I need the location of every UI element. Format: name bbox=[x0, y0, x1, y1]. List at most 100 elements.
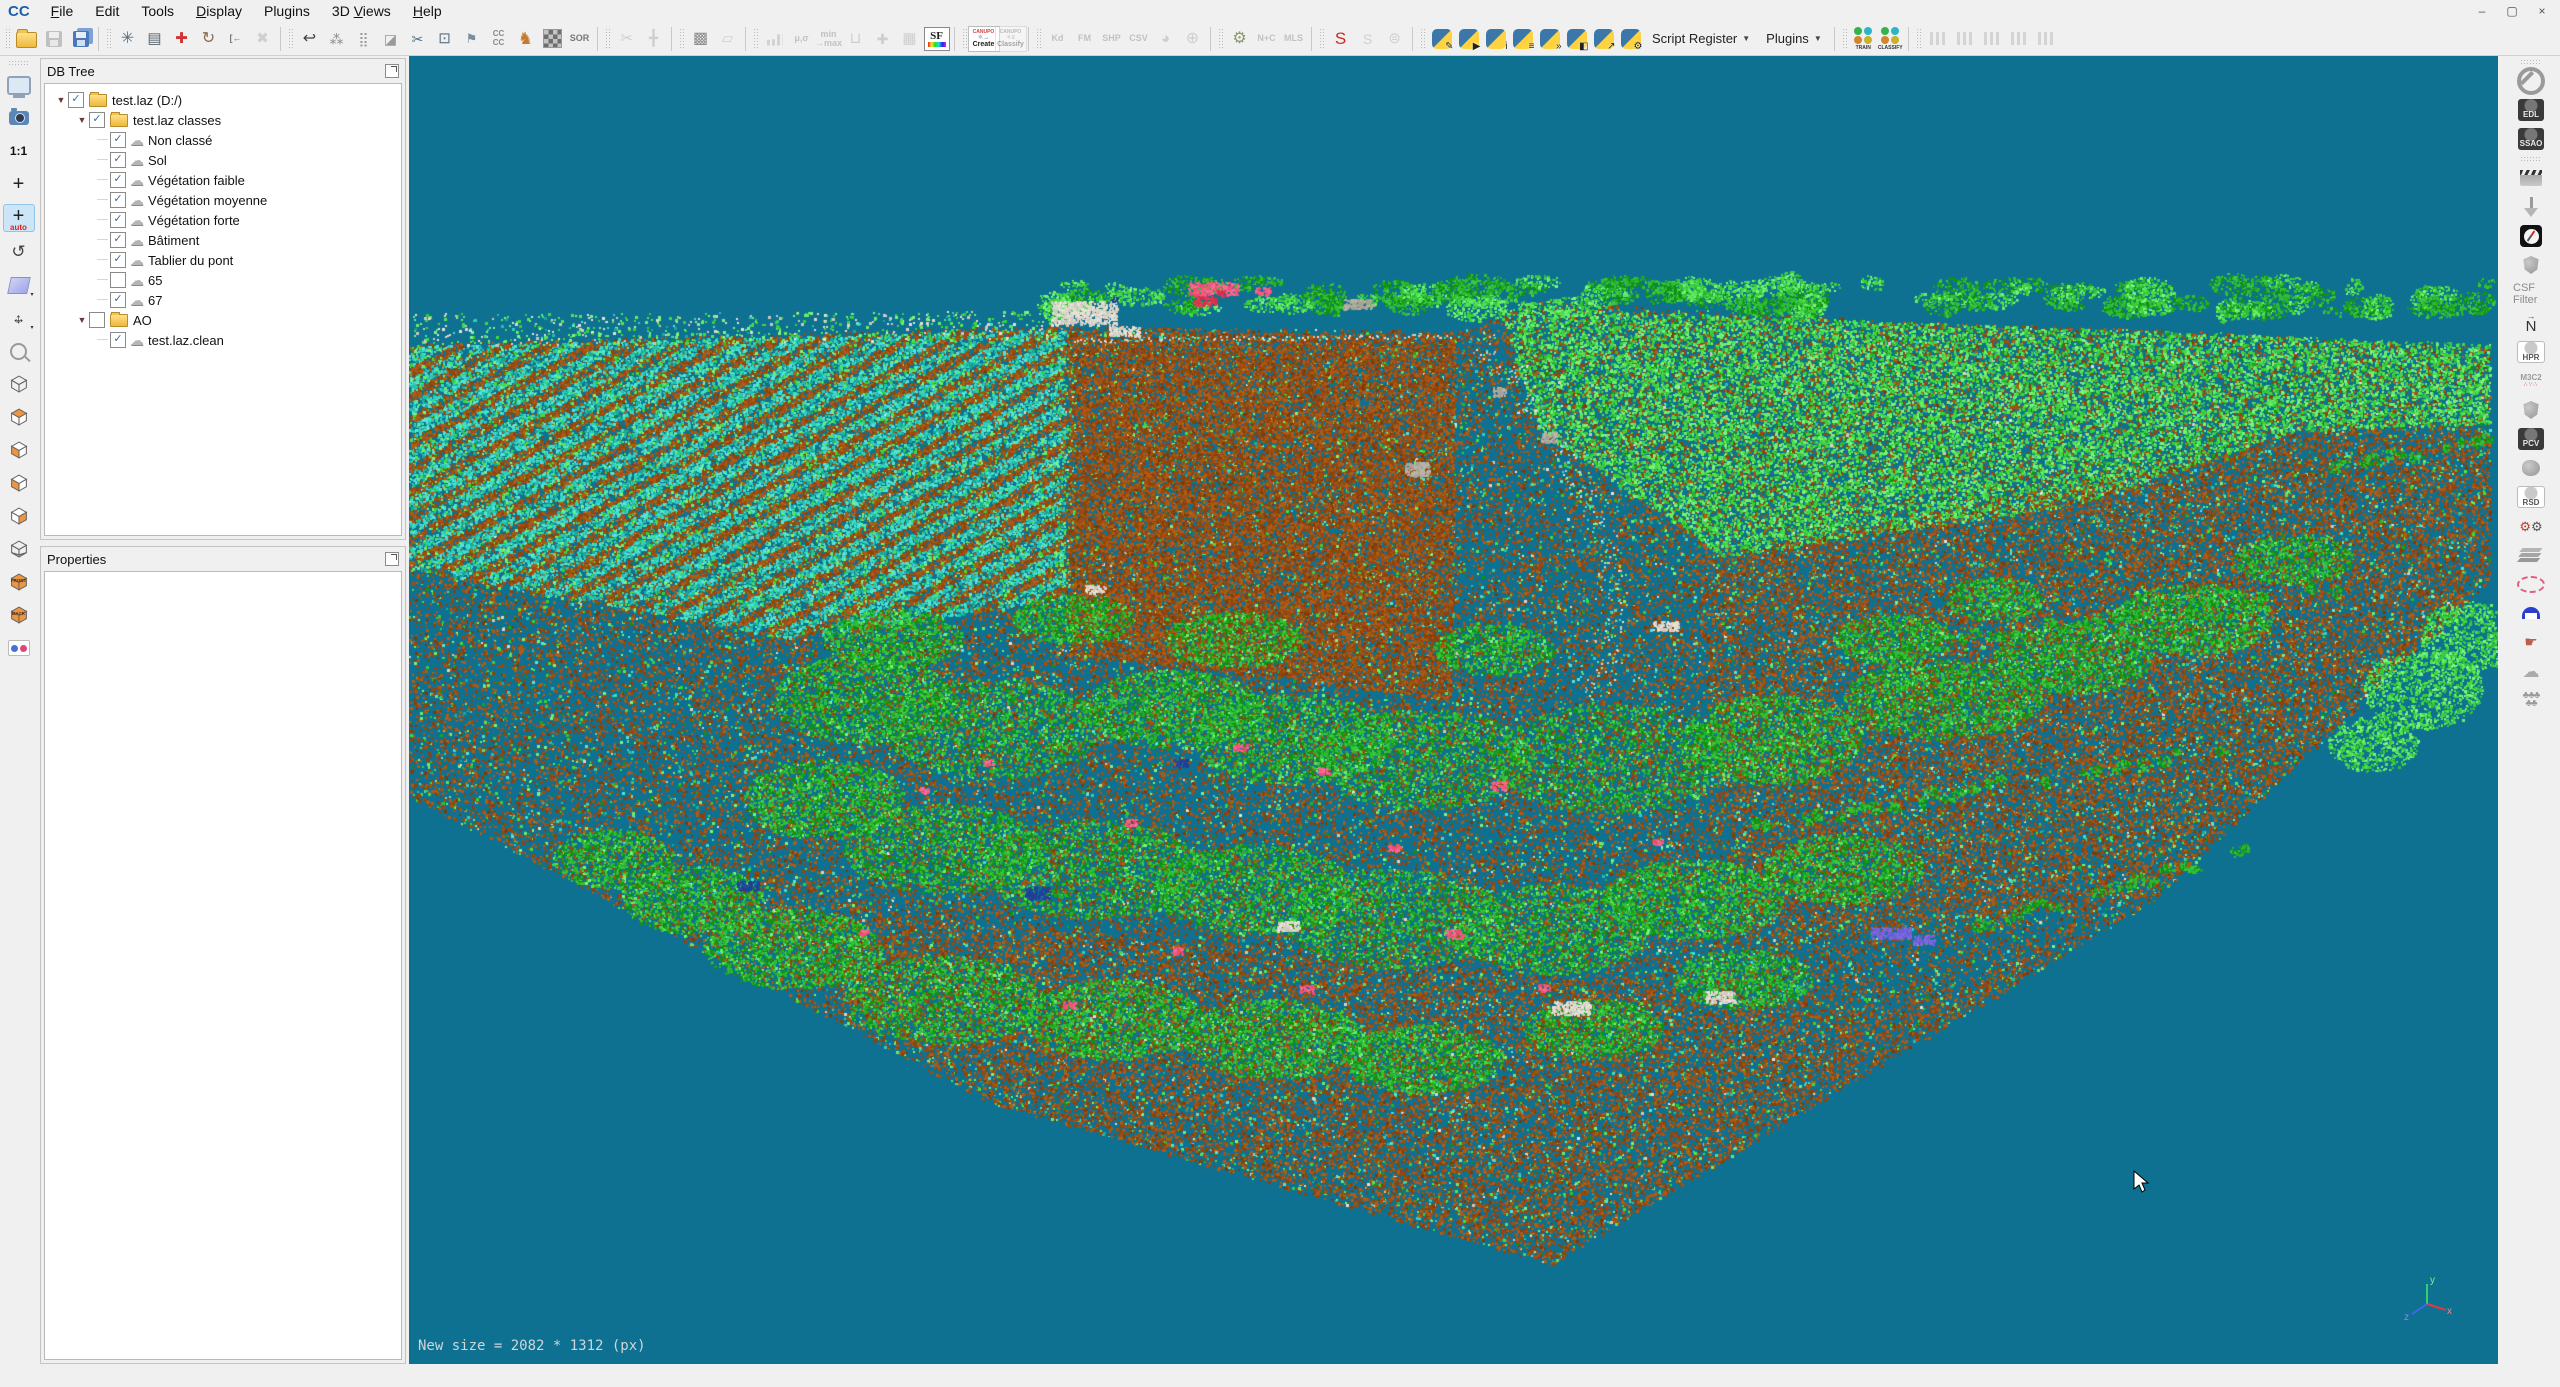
dock-float-icon[interactable] bbox=[385, 552, 399, 566]
toolbar-handle[interactable] bbox=[1319, 28, 1324, 50]
properties-list-button[interactable]: ▤ bbox=[141, 25, 168, 52]
tree-item-sol[interactable]: ✓☁Sol bbox=[45, 150, 401, 170]
undo-arrow-button[interactable]: ↩ bbox=[296, 25, 323, 52]
ssao-shader-icon[interactable]: SSAO bbox=[2513, 127, 2549, 151]
screenshot-camera-icon[interactable] bbox=[4, 105, 34, 131]
save-all-button[interactable] bbox=[67, 25, 94, 52]
shader-off-icon[interactable] bbox=[2513, 69, 2549, 93]
python-settings-button[interactable]: ⚙ bbox=[1617, 25, 1644, 52]
view-iso-back-icon[interactable]: BACK bbox=[4, 602, 34, 628]
point-cloud-render[interactable] bbox=[409, 56, 2498, 1364]
python-docs-button[interactable]: ≡ bbox=[1509, 25, 1536, 52]
toolbar-handle[interactable] bbox=[1036, 28, 1041, 50]
toolbar-handle[interactable] bbox=[1420, 28, 1425, 50]
edl-shader-icon[interactable]: EDL bbox=[2513, 98, 2549, 122]
gears-pair-button[interactable]: ⚙ bbox=[1226, 25, 1253, 52]
tree-checkbox[interactable]: ✓ bbox=[110, 192, 126, 208]
tree-checkbox[interactable]: ✓ bbox=[110, 332, 126, 348]
canupo-create-button[interactable]: CANUPO⚛→Create bbox=[970, 25, 997, 52]
compass-icon[interactable] bbox=[2513, 224, 2549, 248]
masc-train-button[interactable]: TRAIN bbox=[1850, 25, 1877, 52]
tree-item-65[interactable]: ☁65 bbox=[45, 270, 401, 290]
view-top-icon[interactable] bbox=[4, 404, 34, 430]
toolbar-handle[interactable] bbox=[679, 28, 684, 50]
hpr-icon[interactable]: HPR bbox=[2513, 340, 2549, 364]
view-cube-wire-icon[interactable] bbox=[4, 371, 34, 397]
toolbar-handle[interactable] bbox=[605, 28, 610, 50]
toolbar-handle[interactable] bbox=[288, 28, 293, 50]
tree-checkbox[interactable]: ✓ bbox=[89, 112, 105, 128]
tree-checkbox[interactable]: ✓ bbox=[110, 212, 126, 228]
menu-display[interactable]: Display bbox=[185, 1, 253, 21]
tree-item-test-laz-classes[interactable]: ▼✓test.laz classes bbox=[45, 110, 401, 130]
rotate-view-icon[interactable]: ↺ bbox=[4, 239, 34, 265]
tree-item-b-timent[interactable]: ✓☁Bâtiment bbox=[45, 230, 401, 250]
zoom-lens-icon[interactable] bbox=[4, 338, 34, 364]
rain-cloud-icon[interactable]: ☁ bbox=[2513, 659, 2549, 683]
pcv-icon[interactable]: PCV bbox=[2513, 427, 2549, 451]
open-file-button[interactable] bbox=[13, 25, 40, 52]
tree-checkbox[interactable] bbox=[110, 272, 126, 288]
tree-checkbox[interactable]: ✓ bbox=[68, 92, 84, 108]
minimize-button[interactable]: – bbox=[2474, 4, 2490, 18]
label-button[interactable]: ⚑ bbox=[458, 25, 485, 52]
menu-help[interactable]: Help bbox=[402, 1, 453, 21]
tree-checkbox[interactable]: ✓ bbox=[110, 172, 126, 188]
tree-item-v-g-tation-faible[interactable]: ✓☁Végétation faible bbox=[45, 170, 401, 190]
menu-tools[interactable]: Tools bbox=[130, 1, 185, 21]
tree-item-67[interactable]: ✓☁67 bbox=[45, 290, 401, 310]
tree-item-v-g-tation-forte[interactable]: ✓☁Végétation forte bbox=[45, 210, 401, 230]
python-rocket-button[interactable]: ↗ bbox=[1590, 25, 1617, 52]
gears-icon[interactable]: ⚙⚙ bbox=[2513, 514, 2549, 538]
csf-filter-label[interactable]: CSF Filter bbox=[2513, 282, 2549, 306]
tree-item-ao[interactable]: ▼AO bbox=[45, 310, 401, 330]
script-register-dropdown[interactable]: Script Register▼ bbox=[1644, 26, 1758, 52]
tree-checkbox[interactable]: ✓ bbox=[110, 292, 126, 308]
apply-transformation-button[interactable]: ✚ bbox=[168, 25, 195, 52]
clean-broom-icon[interactable] bbox=[2513, 195, 2549, 219]
render-screen-icon[interactable] bbox=[4, 72, 34, 98]
normals-icon[interactable]: →N bbox=[2513, 311, 2549, 335]
tree-expander-icon[interactable]: ▼ bbox=[55, 95, 67, 105]
tree-expander-icon[interactable]: ▼ bbox=[76, 315, 88, 325]
hand-picking-icon[interactable]: ☛ bbox=[2513, 630, 2549, 654]
menu-3d-views[interactable]: 3D Views bbox=[321, 1, 402, 21]
toolbar-handle[interactable] bbox=[106, 28, 111, 50]
view-bottom-icon[interactable] bbox=[4, 536, 34, 562]
toolbar-handle[interactable] bbox=[2520, 156, 2542, 161]
view-front-icon[interactable] bbox=[4, 470, 34, 496]
tree-checkbox[interactable] bbox=[89, 312, 105, 328]
python-info-button[interactable]: i bbox=[1482, 25, 1509, 52]
view-iso-front-icon[interactable]: FRONT bbox=[4, 569, 34, 595]
dock-float-icon[interactable] bbox=[385, 64, 399, 78]
tree-item-test-laz-clean[interactable]: ✓☁test.laz.clean bbox=[45, 330, 401, 350]
mesh-blob-icon[interactable] bbox=[2513, 456, 2549, 480]
plugins-dropdown[interactable]: Plugins▼ bbox=[1758, 26, 1830, 52]
tree-item-test-laz-d-[interactable]: ▼✓test.laz (D:/) bbox=[45, 90, 401, 110]
shield-2-icon[interactable] bbox=[2513, 398, 2549, 422]
zoom-1-1-icon[interactable]: 1:1 bbox=[4, 138, 34, 164]
tree-item-v-g-tation-moyenne[interactable]: ✓☁Végétation moyenne bbox=[45, 190, 401, 210]
view-left-icon[interactable] bbox=[4, 437, 34, 463]
toolbar-handle[interactable] bbox=[5, 28, 10, 50]
masc-classify-button[interactable]: CLASSIFY bbox=[1877, 25, 1904, 52]
toolbar-handle[interactable] bbox=[1916, 28, 1921, 50]
crop-button[interactable]: ⊡ bbox=[431, 25, 458, 52]
toolbar-handle[interactable] bbox=[1842, 28, 1847, 50]
update-button[interactable]: ↻ bbox=[195, 25, 222, 52]
box-tool-button[interactable]: ▩ bbox=[687, 25, 714, 52]
close-button[interactable]: × bbox=[2534, 4, 2550, 18]
clone-button[interactable]: ✳ bbox=[114, 25, 141, 52]
toolbar-handle[interactable] bbox=[1218, 28, 1223, 50]
tree-checkbox[interactable]: ✓ bbox=[110, 232, 126, 248]
tree-checkbox[interactable]: ✓ bbox=[110, 132, 126, 148]
toolbar-handle[interactable] bbox=[753, 28, 758, 50]
tree-checkbox[interactable]: ✓ bbox=[110, 252, 126, 268]
menu-file[interactable]: File bbox=[40, 1, 85, 21]
rsd-icon[interactable]: RSD bbox=[2513, 485, 2549, 509]
menu-edit[interactable]: Edit bbox=[84, 1, 130, 21]
python-edit-button[interactable]: ✎ bbox=[1428, 25, 1455, 52]
menu-plugins[interactable]: Plugins bbox=[253, 1, 321, 21]
pan-mode-icon[interactable]: ↔↕▾ bbox=[4, 305, 34, 331]
restore-button[interactable]: ▢ bbox=[2504, 4, 2520, 18]
